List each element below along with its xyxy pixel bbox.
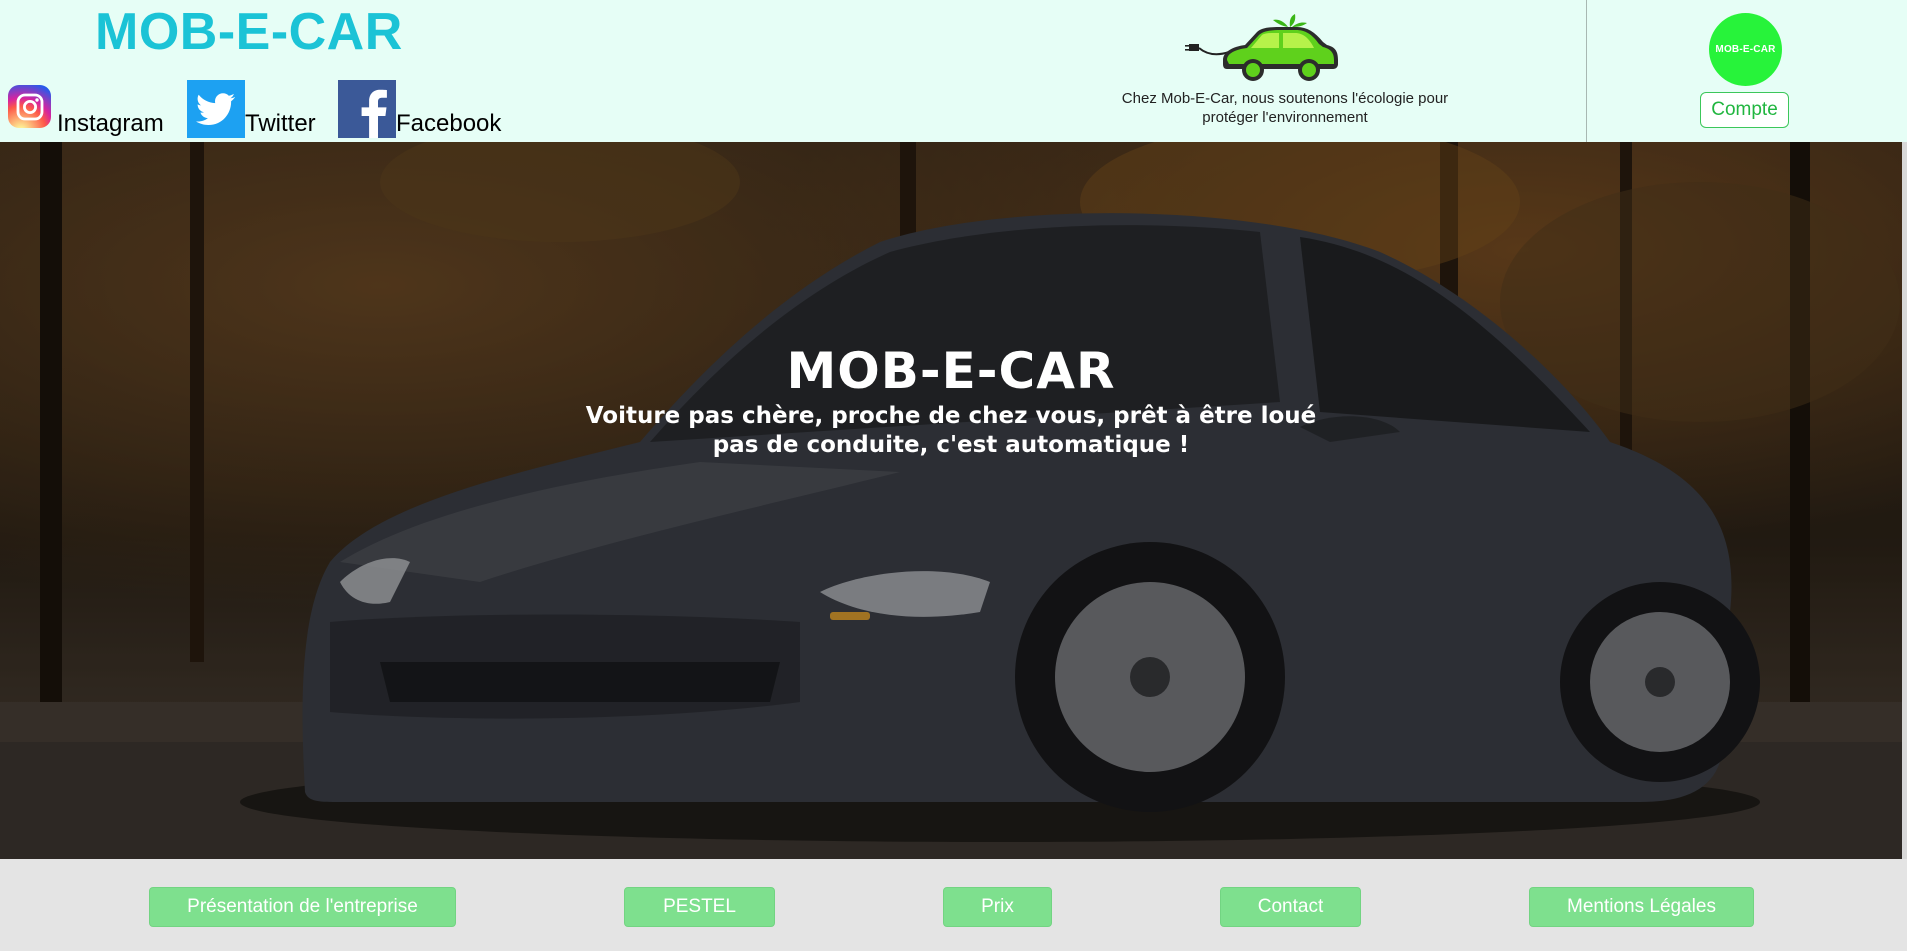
avatar-text: MOB-E-CAR bbox=[1715, 44, 1776, 55]
instagram-label: Instagram bbox=[57, 110, 164, 137]
instagram-icon bbox=[8, 85, 51, 128]
eco-tagline-line1: Chez Mob-E-Car, nous soutenons l'écologi… bbox=[1121, 90, 1449, 107]
eco-tagline-line2: protéger l'environnement bbox=[1202, 109, 1368, 126]
twitter-link[interactable]: Twitter bbox=[187, 80, 316, 138]
scrollbar[interactable] bbox=[1902, 142, 1907, 859]
brand-title: MOB-E-CAR bbox=[95, 3, 403, 61]
hero-overlay bbox=[0, 142, 1902, 859]
facebook-link[interactable]: Facebook bbox=[338, 80, 501, 138]
eco-tagline: Chez Mob-E-Car, nous soutenons l'écologi… bbox=[1110, 89, 1460, 127]
header-divider bbox=[1586, 0, 1587, 142]
facebook-label: Facebook bbox=[396, 110, 502, 137]
instagram-link[interactable]: Instagram bbox=[8, 80, 164, 138]
twitter-label: Twitter bbox=[245, 110, 316, 137]
site-header: MOB-E-CAR Instagram Twitter Facebook Che… bbox=[0, 0, 1907, 142]
footer-nav: Présentation de l'entreprise PESTEL Prix… bbox=[0, 859, 1907, 951]
hero-subtitle-line1: Voiture pas chère, proche de chez vous, … bbox=[585, 403, 1317, 429]
facebook-icon bbox=[338, 80, 396, 138]
eco-car-icon bbox=[1185, 14, 1350, 89]
hero-subtitle: Voiture pas chère, proche de chez vous, … bbox=[0, 402, 1902, 460]
hero-subtitle-line2: pas de conduite, c'est automatique ! bbox=[712, 432, 1190, 458]
hero-title: MOB-E-CAR bbox=[786, 342, 1116, 400]
nav-contact-button[interactable]: Contact bbox=[1220, 887, 1361, 927]
nav-prix-button[interactable]: Prix bbox=[943, 887, 1052, 927]
nav-presentation-button[interactable]: Présentation de l'entreprise bbox=[149, 887, 456, 927]
hero-banner: MOB-E-CAR Voiture pas chère, proche de c… bbox=[0, 142, 1902, 859]
nav-pestel-button[interactable]: PESTEL bbox=[624, 887, 775, 927]
twitter-icon bbox=[187, 80, 245, 138]
avatar[interactable]: MOB-E-CAR bbox=[1709, 13, 1782, 86]
nav-mentions-button[interactable]: Mentions Légales bbox=[1529, 887, 1754, 927]
account-button[interactable]: Compte bbox=[1700, 92, 1789, 128]
